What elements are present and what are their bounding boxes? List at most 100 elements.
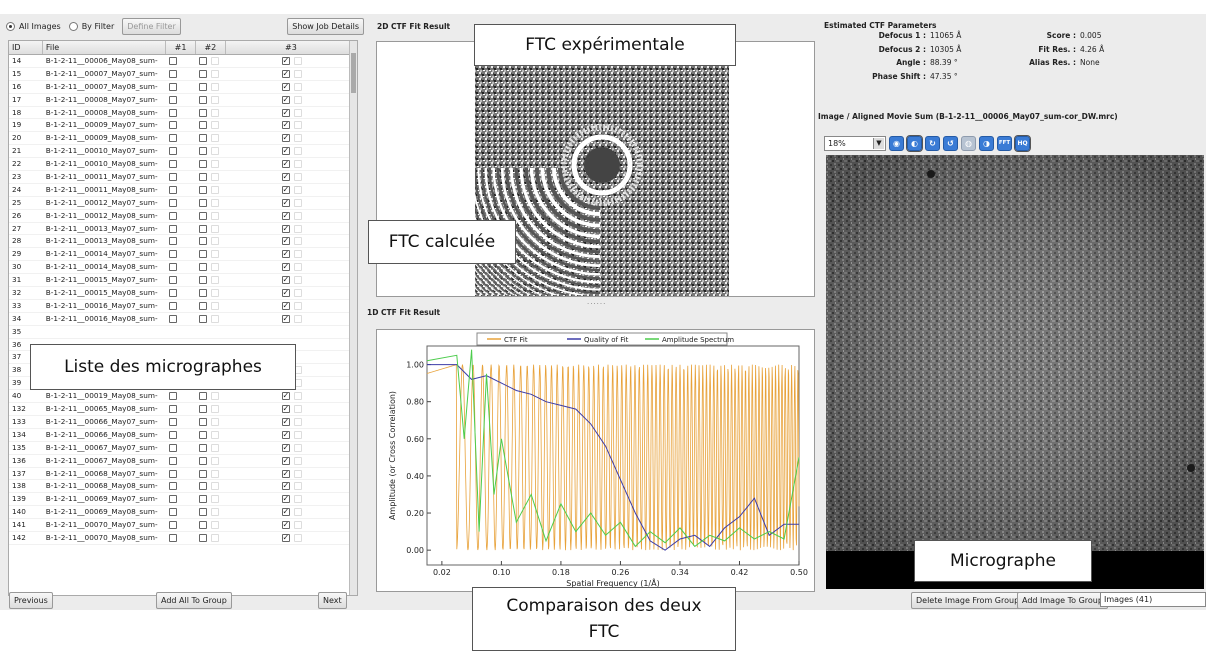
group2-checkbox[interactable]	[198, 82, 207, 91]
header-group3[interactable]: #3	[226, 41, 357, 54]
table-row[interactable]: 134 B-1-2-11__00066_May08_sum-	[9, 429, 357, 442]
table-row[interactable]: 138 B-1-2-11__00068_May08_sum-	[9, 480, 357, 494]
group1-checkbox[interactable]	[168, 276, 177, 285]
group1-checkbox[interactable]	[168, 82, 177, 91]
group2-checkbox[interactable]	[198, 289, 207, 298]
group1-checkbox[interactable]	[168, 405, 177, 414]
group3-checkbox[interactable]	[281, 390, 290, 402]
show-job-details-button[interactable]: Show Job Details	[287, 18, 364, 35]
group3-checkbox[interactable]	[281, 416, 290, 428]
group1-checkbox[interactable]	[168, 57, 177, 65]
group2-checkbox[interactable]	[198, 160, 207, 169]
group3-checkbox[interactable]	[281, 223, 290, 234]
group2-checkbox[interactable]	[198, 95, 207, 104]
group3-checkbox[interactable]	[281, 313, 290, 325]
group2-checkbox[interactable]	[198, 276, 207, 285]
hq-button[interactable]: HQ	[1014, 134, 1031, 152]
group1-checkbox[interactable]	[168, 211, 177, 220]
header-group2[interactable]: #2	[196, 41, 226, 54]
group2-checkbox[interactable]	[198, 443, 207, 452]
delete-image-from-group-button[interactable]: Delete Image From Group	[911, 592, 1025, 609]
all-images-radio[interactable]	[6, 21, 15, 31]
group3-checkbox[interactable]	[281, 94, 290, 106]
group1-checkbox[interactable]	[168, 430, 177, 439]
group-select[interactable]: Images (41)	[1100, 592, 1206, 607]
group3-checkbox[interactable]	[281, 132, 290, 144]
group3-checkbox[interactable]	[281, 287, 290, 299]
previous-button[interactable]: Previous	[9, 592, 53, 609]
table-row[interactable]: 26 B-1-2-11__00012_May08_sum-	[9, 209, 357, 223]
group2-checkbox[interactable]	[198, 314, 207, 323]
group2-checkbox[interactable]	[198, 430, 207, 439]
group1-checkbox[interactable]	[168, 263, 177, 272]
group2-checkbox[interactable]	[198, 469, 207, 478]
table-scrollbar[interactable]	[349, 41, 357, 595]
group3-checkbox[interactable]	[281, 480, 290, 492]
group3-checkbox[interactable]	[281, 274, 290, 286]
next-button[interactable]: Next	[318, 592, 347, 609]
group2-checkbox[interactable]	[198, 250, 207, 259]
fft-button[interactable]: FFT	[997, 135, 1012, 151]
define-filter-button[interactable]: Define Filter	[122, 17, 181, 35]
group1-checkbox[interactable]	[168, 95, 177, 104]
group1-checkbox[interactable]	[168, 392, 177, 401]
table-row[interactable]: 28 B-1-2-11__00013_May08_sum-	[9, 235, 357, 249]
group3-checkbox[interactable]	[281, 506, 290, 518]
group2-checkbox[interactable]	[198, 495, 207, 504]
group1-checkbox[interactable]	[168, 443, 177, 452]
group2-checkbox[interactable]	[198, 521, 207, 530]
group2-checkbox[interactable]	[198, 392, 207, 401]
invert-icon[interactable]: ◑	[979, 135, 994, 151]
group3-checkbox[interactable]	[281, 519, 290, 531]
group3-checkbox[interactable]	[281, 119, 290, 131]
group2-checkbox[interactable]	[198, 121, 207, 130]
table-row[interactable]: 18 B-1-2-11__00008_May08_sum-	[9, 106, 357, 120]
group1-checkbox[interactable]	[168, 314, 177, 323]
group3-checkbox[interactable]	[281, 158, 290, 170]
group3-checkbox[interactable]	[281, 468, 290, 479]
table-row[interactable]: 30 B-1-2-11__00014_May08_sum-	[9, 261, 357, 275]
group3-checkbox[interactable]	[281, 184, 290, 196]
table-row[interactable]: 20 B-1-2-11__00009_May08_sum-	[9, 132, 357, 146]
group2-checkbox[interactable]	[198, 237, 207, 246]
group2-checkbox[interactable]	[198, 185, 207, 194]
by-filter-radio[interactable]	[68, 21, 78, 31]
table-row[interactable]: 132 B-1-2-11__00065_May08_sum-	[9, 403, 357, 416]
table-row[interactable]: 21 B-1-2-11__00010_May07_sum-	[9, 145, 357, 159]
group2-checkbox[interactable]	[198, 134, 207, 143]
group2-checkbox[interactable]	[198, 57, 207, 65]
group3-checkbox[interactable]	[281, 145, 290, 157]
table-row[interactable]: 14 B-1-2-11__00006_May08_sum-	[9, 55, 357, 68]
group2-checkbox[interactable]	[198, 508, 207, 517]
group1-checkbox[interactable]	[168, 533, 177, 542]
table-row[interactable]: 27 B-1-2-11__00013_May07_sum-	[9, 223, 357, 236]
group1-checkbox[interactable]	[168, 185, 177, 194]
group3-checkbox[interactable]	[281, 300, 290, 312]
table-row[interactable]: 19 B-1-2-11__00009_May07_sum-	[9, 119, 357, 133]
scrollbar-thumb[interactable]	[351, 53, 356, 93]
group3-checkbox[interactable]	[281, 68, 290, 80]
group1-checkbox[interactable]	[168, 69, 177, 78]
table-row[interactable]: 23 B-1-2-11__00011_May07_sum-	[9, 171, 357, 184]
group1-checkbox[interactable]	[168, 121, 177, 130]
group3-checkbox[interactable]	[281, 532, 290, 544]
table-row[interactable]: 140 B-1-2-11__00069_May08_sum-	[9, 506, 357, 520]
group1-checkbox[interactable]	[168, 482, 177, 491]
group3-checkbox[interactable]	[281, 210, 290, 222]
table-row[interactable]: 22 B-1-2-11__00010_May08_sum-	[9, 158, 357, 172]
table-row[interactable]: 25 B-1-2-11__00012_May07_sum-	[9, 197, 357, 210]
header-group1[interactable]: #1	[166, 41, 196, 54]
group2-checkbox[interactable]	[198, 301, 207, 310]
group1-checkbox[interactable]	[168, 289, 177, 298]
table-row[interactable]: 142 B-1-2-11__00070_May08_sum-	[9, 532, 357, 545]
group3-checkbox[interactable]	[281, 107, 290, 118]
micrograph-view[interactable]	[826, 155, 1204, 589]
group2-checkbox[interactable]	[198, 533, 207, 542]
group1-checkbox[interactable]	[168, 237, 177, 246]
group1-checkbox[interactable]	[168, 456, 177, 465]
add-image-to-group-button[interactable]: Add Image To Group	[1017, 592, 1108, 609]
zoom-select[interactable]: 18% ▼	[824, 135, 886, 151]
table-row[interactable]: 139 B-1-2-11__00069_May07_sum-	[9, 493, 357, 507]
table-row[interactable]: 33 B-1-2-11__00016_May07_sum-	[9, 300, 357, 313]
group1-checkbox[interactable]	[168, 134, 177, 143]
